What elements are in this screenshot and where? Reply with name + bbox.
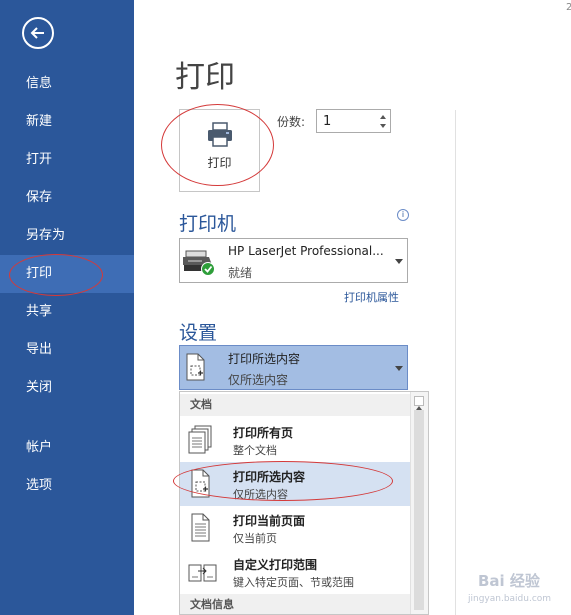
printer-properties-link[interactable]: 打印机属性 [344,289,399,305]
nav-item-save-as[interactable]: 另存为 [0,217,134,255]
laser-printer-icon [183,250,215,276]
backstage-sidebar: 信息 新建 打开 保存 另存为 打印 共享 导出 关闭 帐户 选项 [0,0,134,615]
print-button-label: 打印 [207,156,232,170]
option-subtitle: 整个文档 [233,444,277,457]
chevron-up-icon[interactable] [378,112,388,121]
print-range-subtitle: 仅所选内容 [228,373,289,387]
corner-digit: 2 [566,2,571,13]
arrow-left-icon [30,27,44,39]
all-pages-icon [188,425,212,454]
option-print-current-page[interactable]: 打印当前页面 仅当前页 [180,506,410,550]
copies-value[interactable]: 1 [323,114,331,129]
option-subtitle: 键入特定页面、节或范围 [233,576,354,589]
scroll-up-button[interactable] [414,396,424,410]
page-title: 打印 [175,60,235,95]
printer-status: 就绪 [228,266,253,280]
chevron-down-icon[interactable] [378,122,388,131]
nav-item-save[interactable]: 保存 [0,179,134,217]
dropdown-arrow-icon[interactable] [395,259,403,264]
printer-section-title: 打印机 [179,213,237,235]
info-icon[interactable]: i [397,209,409,221]
option-title: 自定义打印范围 [233,558,318,572]
watermark-url: jingyan.baidu.com [468,594,552,604]
option-subtitle: 仅当前页 [233,532,277,545]
printer-name: HP LaserJet Professional... [228,244,384,258]
print-selection-icon [191,469,210,498]
nav-item-open[interactable]: 打开 [0,141,134,179]
dropdown-arrow-icon[interactable] [395,366,403,371]
watermark-logo: Bai 经验 [478,572,540,590]
nav-item-export[interactable]: 导出 [0,331,134,369]
option-title: 打印当前页面 [233,514,306,528]
settings-section-title: 设置 [179,322,218,344]
print-selection-icon [186,353,205,381]
option-title: 打印所选内容 [233,470,306,484]
dropdown-header-document: 文档 [180,394,410,416]
option-print-all-pages[interactable]: 打印所有页 整个文档 [180,418,410,462]
option-print-selection[interactable]: 打印所选内容 仅所选内容 [180,462,410,506]
dropdown-scrollbar[interactable] [410,392,428,614]
panel-divider [455,110,456,615]
copies-label: 份数: [277,115,306,129]
nav-item-new[interactable]: 新建 [0,103,134,141]
nav-item-close[interactable]: 关闭 [0,369,134,407]
print-range-dropdown: 文档 打印所有页 整个文档 打印所选内容 仅所选内容 打印当前页面 仅当前页 自… [179,391,429,615]
custom-range-icon [188,564,217,582]
nav-item-print[interactable]: 打印 [0,255,134,293]
copies-stepper[interactable]: 1 [316,109,391,133]
nav-item-options[interactable]: 选项 [0,467,134,505]
back-button[interactable] [22,17,54,49]
print-range-title: 打印所选内容 [228,352,301,366]
print-range-select[interactable]: 打印所选内容 仅所选内容 [179,345,408,390]
nav-item-info[interactable]: 信息 [0,65,134,103]
print-button[interactable]: 打印 [179,109,260,192]
option-custom-range[interactable]: 自定义打印范围 键入特定页面、节或范围 [180,550,410,594]
printer-icon [208,122,232,147]
current-page-icon [191,513,210,542]
printer-select[interactable]: HP LaserJet Professional... 就绪 [179,238,408,283]
option-title: 打印所有页 [233,426,294,440]
nav-item-account[interactable]: 帐户 [0,429,134,467]
scroll-thumb[interactable] [414,410,424,610]
option-subtitle: 仅所选内容 [233,488,288,501]
nav-item-share[interactable]: 共享 [0,293,134,331]
dropdown-header-document-info: 文档信息 [180,594,410,614]
